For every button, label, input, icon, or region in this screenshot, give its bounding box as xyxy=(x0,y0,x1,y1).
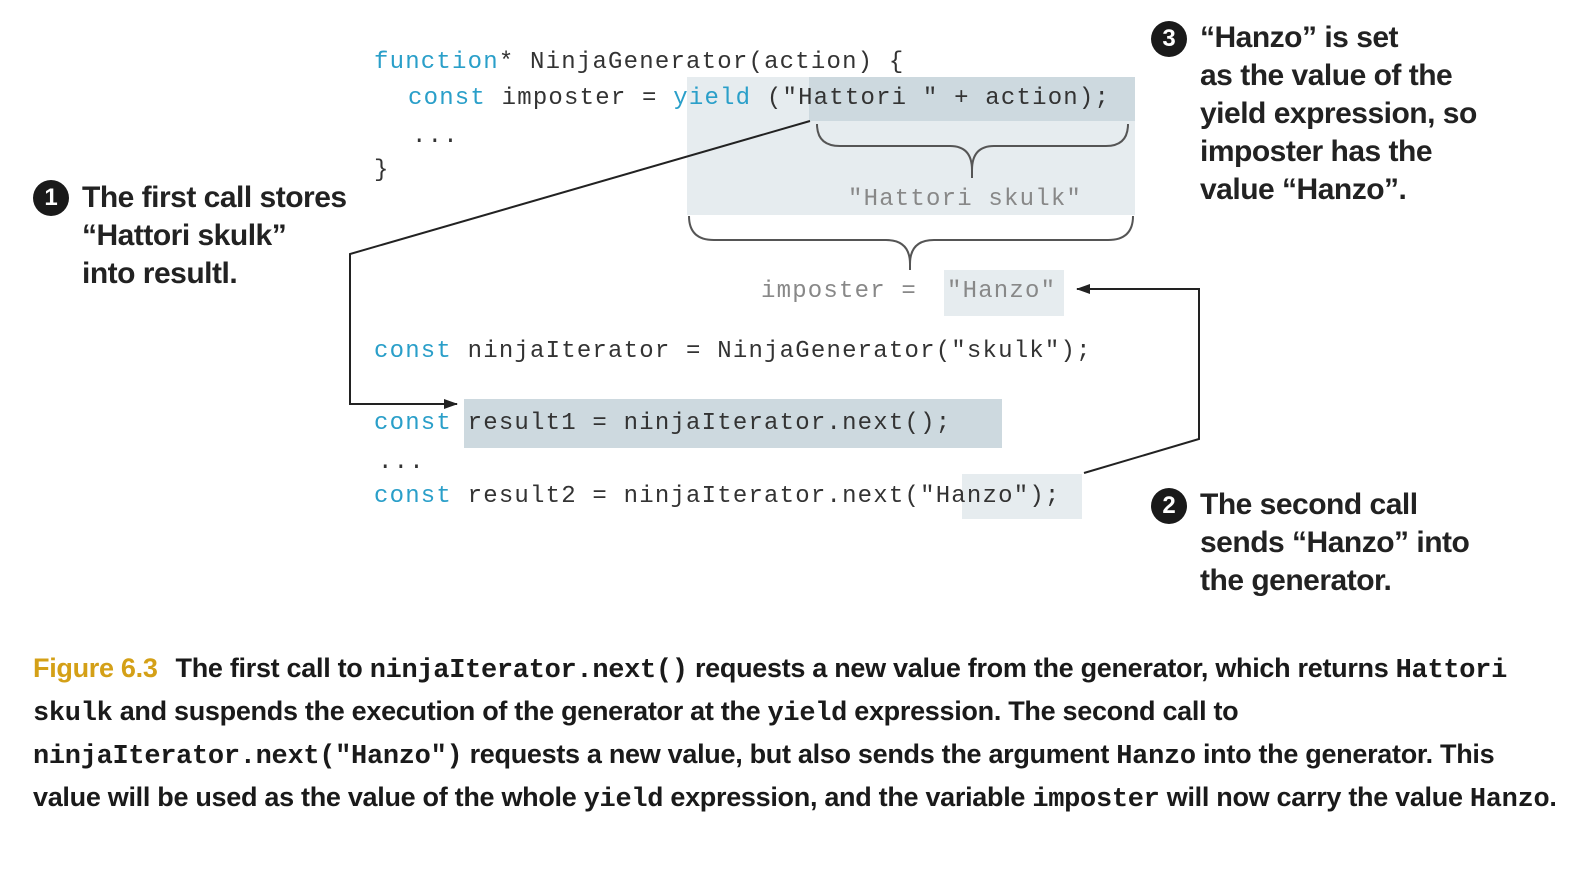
caption-code-6: yield xyxy=(583,785,664,815)
caption-text-4: expression. The second call to xyxy=(847,696,1239,726)
caption-code-5: Hanzo xyxy=(1116,742,1196,772)
first-call-arrow xyxy=(349,120,811,409)
annotation-2-number: 2 xyxy=(1151,488,1187,524)
annotation-1-number: 1 xyxy=(33,180,69,216)
outer-curly-brace xyxy=(688,215,1134,270)
caption-text-2: requests a new value from the generator,… xyxy=(687,653,1396,683)
inner-curly-brace xyxy=(816,123,1129,178)
annotation-1-line-1: The first call stores xyxy=(82,181,347,214)
caption-text-5: requests a new value, but also sends the… xyxy=(462,739,1117,769)
annotation-2-text: The second call sends “Hanzo” into the g… xyxy=(1200,486,1470,600)
caption-text-3: and suspends the execution of the genera… xyxy=(112,696,768,726)
caption-text-8: will now carry the value xyxy=(1159,782,1470,812)
caption-text-1: The first call to xyxy=(175,653,370,683)
annotation-3-line-4: imposter has the xyxy=(1200,135,1433,168)
annotation-1-line-3: into resultl. xyxy=(82,257,238,290)
annotation-3-number: 3 xyxy=(1151,21,1187,57)
annotation-1-line-2: “Hattori skulk” xyxy=(82,219,287,252)
annotation-2-line-1: The second call xyxy=(1200,488,1418,521)
caption-code-4: ninjaIterator.next("Hanzo") xyxy=(33,742,463,772)
figure-label: Figure 6.3 xyxy=(33,653,158,683)
annotation-3-line-3: yield expression, so xyxy=(1200,97,1477,130)
annotation-3-line-1: “Hanzo” is set xyxy=(1200,21,1399,54)
caption-code-1: ninjaIterator.next() xyxy=(369,656,688,686)
caption-code-3: yield xyxy=(767,699,848,729)
annotation-1-text: The first call stores “Hattori skulk” in… xyxy=(82,179,347,293)
annotation-2-line-2: sends “Hanzo” into xyxy=(1200,526,1470,559)
figure-caption: Figure 6.3 The first call to ninjaIterato… xyxy=(33,648,1558,820)
caption-code-7: imposter xyxy=(1032,785,1160,815)
figure-canvas: function* NinjaGenerator(action) { const… xyxy=(0,0,1583,875)
second-call-arrow xyxy=(1076,284,1200,474)
annotation-3-line-5: value “Hanzo”. xyxy=(1200,173,1407,206)
caption-text-7: expression, and the variable xyxy=(663,782,1033,812)
caption-text-9: . xyxy=(1549,782,1557,812)
annotation-3-text: “Hanzo” is set as the value of the yield… xyxy=(1200,19,1477,209)
caption-code-8: Hanzo xyxy=(1469,785,1550,815)
annotation-3-line-2: as the value of the xyxy=(1200,59,1453,92)
annotation-2-line-3: the generator. xyxy=(1200,564,1392,597)
